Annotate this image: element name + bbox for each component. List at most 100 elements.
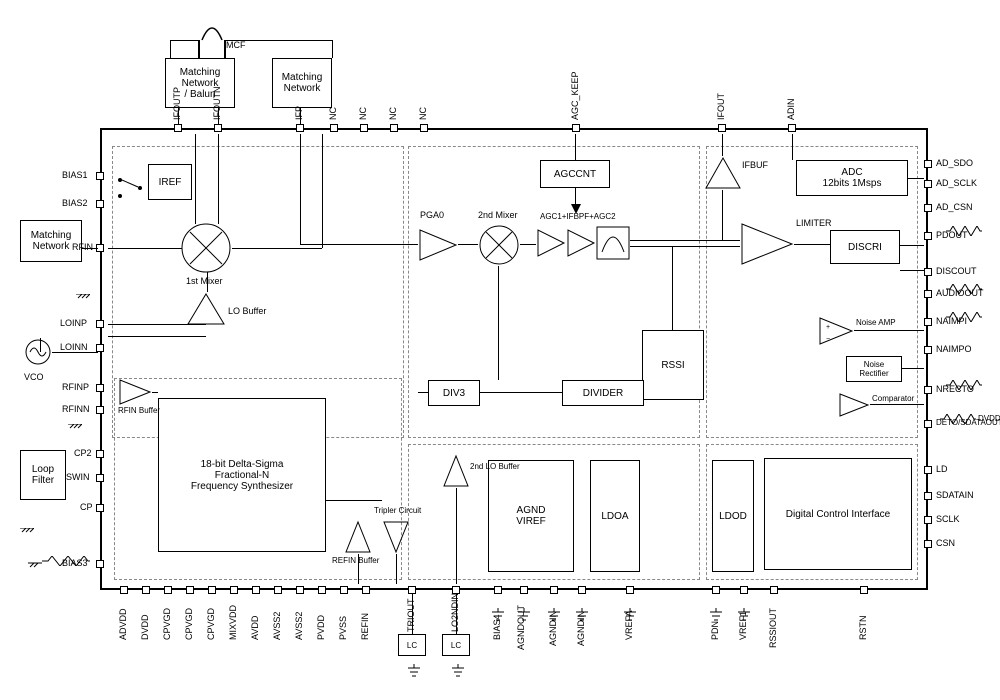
- block-digital-control: Digital Control Interface: [764, 458, 912, 570]
- pga0-symbol: [418, 228, 458, 262]
- pin-label: MIXVDD: [228, 605, 238, 640]
- label-first-mixer: 1st Mixer: [186, 276, 223, 286]
- pin-label: AVDD: [250, 616, 260, 640]
- pin-pdout: [924, 232, 932, 240]
- block-divider: DIVIDER: [562, 380, 644, 406]
- pin: [626, 586, 634, 594]
- label-pga0: PGA0: [420, 210, 444, 220]
- wire: [456, 594, 457, 634]
- pin-label: NC: [418, 107, 428, 120]
- label: LDOA: [601, 511, 628, 522]
- chip-border-bottom: [100, 588, 928, 590]
- agc2-symbol: [566, 228, 596, 258]
- label: MatchingNetwork: [31, 230, 72, 252]
- wire: [224, 40, 226, 58]
- pin-label: SWIN: [66, 472, 90, 482]
- label: ADC12bits 1Msps: [823, 167, 882, 189]
- pin-csn: [924, 540, 932, 548]
- wire: [722, 134, 723, 156]
- wire: [456, 488, 457, 584]
- resistor-icon: [946, 312, 982, 322]
- resistor-icon: [946, 226, 982, 236]
- pin-discout: [924, 268, 932, 276]
- label-noise-amp: Noise AMP: [856, 318, 896, 327]
- resistor-icon: [940, 414, 976, 424]
- label-mcf: MCF: [226, 40, 246, 50]
- pin-cp: [96, 504, 104, 512]
- pin: [274, 586, 282, 594]
- block-pll: 18-bit Delta-SigmaFractional-NFrequency …: [158, 398, 326, 552]
- pin-ad-sclk: [924, 180, 932, 188]
- wire: [870, 404, 924, 405]
- wire: [224, 40, 332, 41]
- wire: [322, 134, 323, 248]
- pin-label: IFOUTN: [212, 87, 222, 121]
- pin-label: REFIN: [360, 613, 370, 640]
- wire: [170, 40, 171, 58]
- pin-label: DVDD: [140, 614, 150, 640]
- wire: [575, 134, 576, 160]
- label-tripler: Tripler Circuit: [374, 506, 421, 515]
- block-lc-1: LC: [398, 634, 426, 656]
- block-agccnt: AGCCNT: [540, 160, 610, 188]
- pin-label: PDN: [710, 621, 720, 640]
- pin-label: AVSS2: [294, 612, 304, 640]
- block-adc: ADC12bits 1Msps: [796, 160, 908, 196]
- pin: [520, 586, 528, 594]
- pin-label: CP: [80, 502, 93, 512]
- ground-icon: [452, 664, 464, 678]
- ground-icon: [710, 608, 722, 622]
- block-iref: IREF: [148, 164, 192, 200]
- wire: [332, 40, 333, 58]
- pin-label: RSTN: [858, 616, 868, 641]
- pin-rfinp: [96, 384, 104, 392]
- wire: [108, 248, 182, 249]
- block-lc-2: LC: [442, 634, 470, 656]
- ground-icon: [518, 608, 530, 622]
- label-agc-chain: AGC1+IFBPF+AGC2: [540, 212, 616, 221]
- label-second-lo-buffer: 2nd LO Buffer: [470, 462, 520, 471]
- label-ifbuf: IFBUF: [742, 160, 768, 170]
- ground-icon: [76, 294, 90, 308]
- label: AGCCNT: [554, 169, 596, 180]
- label: Digital Control Interface: [786, 509, 891, 520]
- pin-swin: [96, 474, 104, 482]
- pin-label: SCLK: [936, 514, 960, 524]
- wire: [458, 244, 478, 245]
- wire: [672, 246, 673, 330]
- ground-icon: [576, 608, 588, 622]
- pin-label: LOINN: [60, 342, 88, 352]
- wire: [630, 246, 740, 247]
- wire: [480, 392, 562, 393]
- wire: [152, 392, 158, 393]
- block-noise-rectifier: NoiseRectifier: [846, 356, 902, 382]
- ifbuf-symbol: [704, 156, 742, 190]
- ground-icon: [28, 556, 42, 570]
- wire: [232, 248, 322, 249]
- pin-adin: [788, 124, 796, 132]
- pin-naimpi: [924, 318, 932, 326]
- pin-label: IFOUT: [716, 93, 726, 120]
- label: MatchingNetwork: [282, 72, 323, 94]
- resistor-icon: [42, 556, 90, 566]
- label-dvdd: DVDD: [978, 414, 1000, 423]
- ground-icon: [738, 608, 750, 622]
- block-agnd-viref: AGNDVIREF: [488, 460, 574, 572]
- pin-ifout: [718, 124, 726, 132]
- wire: [108, 336, 206, 337]
- pin: [860, 586, 868, 594]
- block-matching-network-left: MatchingNetwork: [20, 220, 82, 262]
- pin-label: ADVDD: [118, 608, 128, 640]
- pin: [142, 586, 150, 594]
- pin-label: RSSIOUT: [768, 608, 778, 648]
- pin-label: AGC_KEEP: [570, 71, 580, 120]
- noise-amp-symbol: +−: [818, 316, 854, 346]
- pin-label: CPVGD: [162, 608, 172, 640]
- pin: [164, 586, 172, 594]
- label-refin-buffer: REFIN Buffer: [332, 556, 379, 565]
- wire: [630, 240, 740, 241]
- switch-icon: [116, 176, 144, 200]
- pin-ifoutn: [214, 124, 222, 132]
- pin-bias1: [96, 172, 104, 180]
- pin-label: BIAS1: [62, 170, 88, 180]
